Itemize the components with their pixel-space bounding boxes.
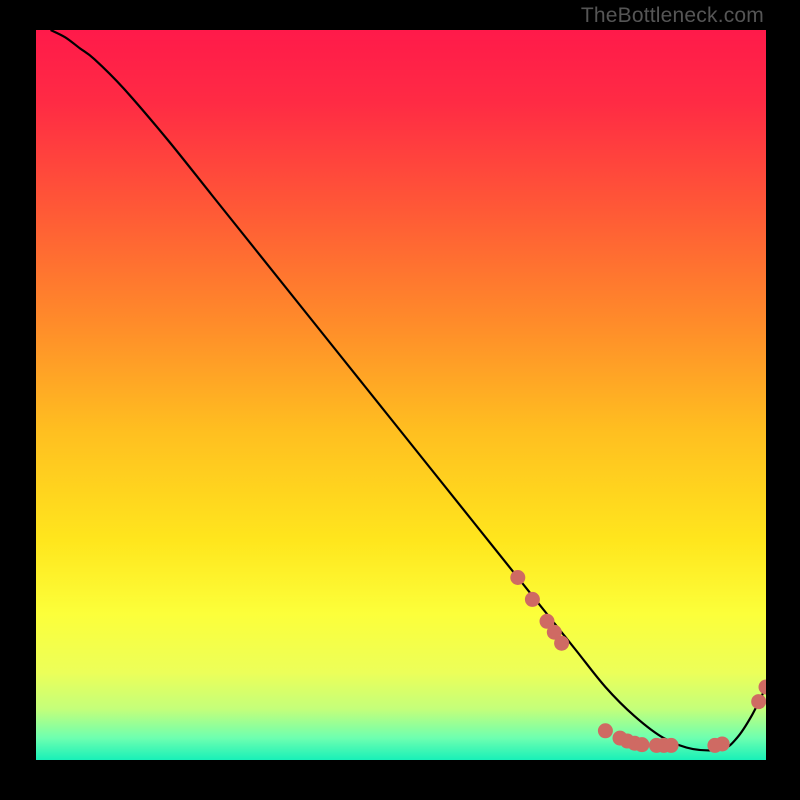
gpu-marker [634, 737, 649, 752]
gpu-marker [525, 592, 540, 607]
gpu-marker [554, 636, 569, 651]
gpu-marker [715, 736, 730, 751]
gpu-marker [751, 694, 766, 709]
chart-plot-area [36, 30, 766, 760]
gpu-marker [664, 738, 679, 753]
gpu-marker [598, 723, 613, 738]
gradient-background [36, 30, 766, 760]
chart-svg [36, 30, 766, 760]
attribution-text: TheBottleneck.com [581, 4, 764, 28]
gpu-marker [510, 570, 525, 585]
